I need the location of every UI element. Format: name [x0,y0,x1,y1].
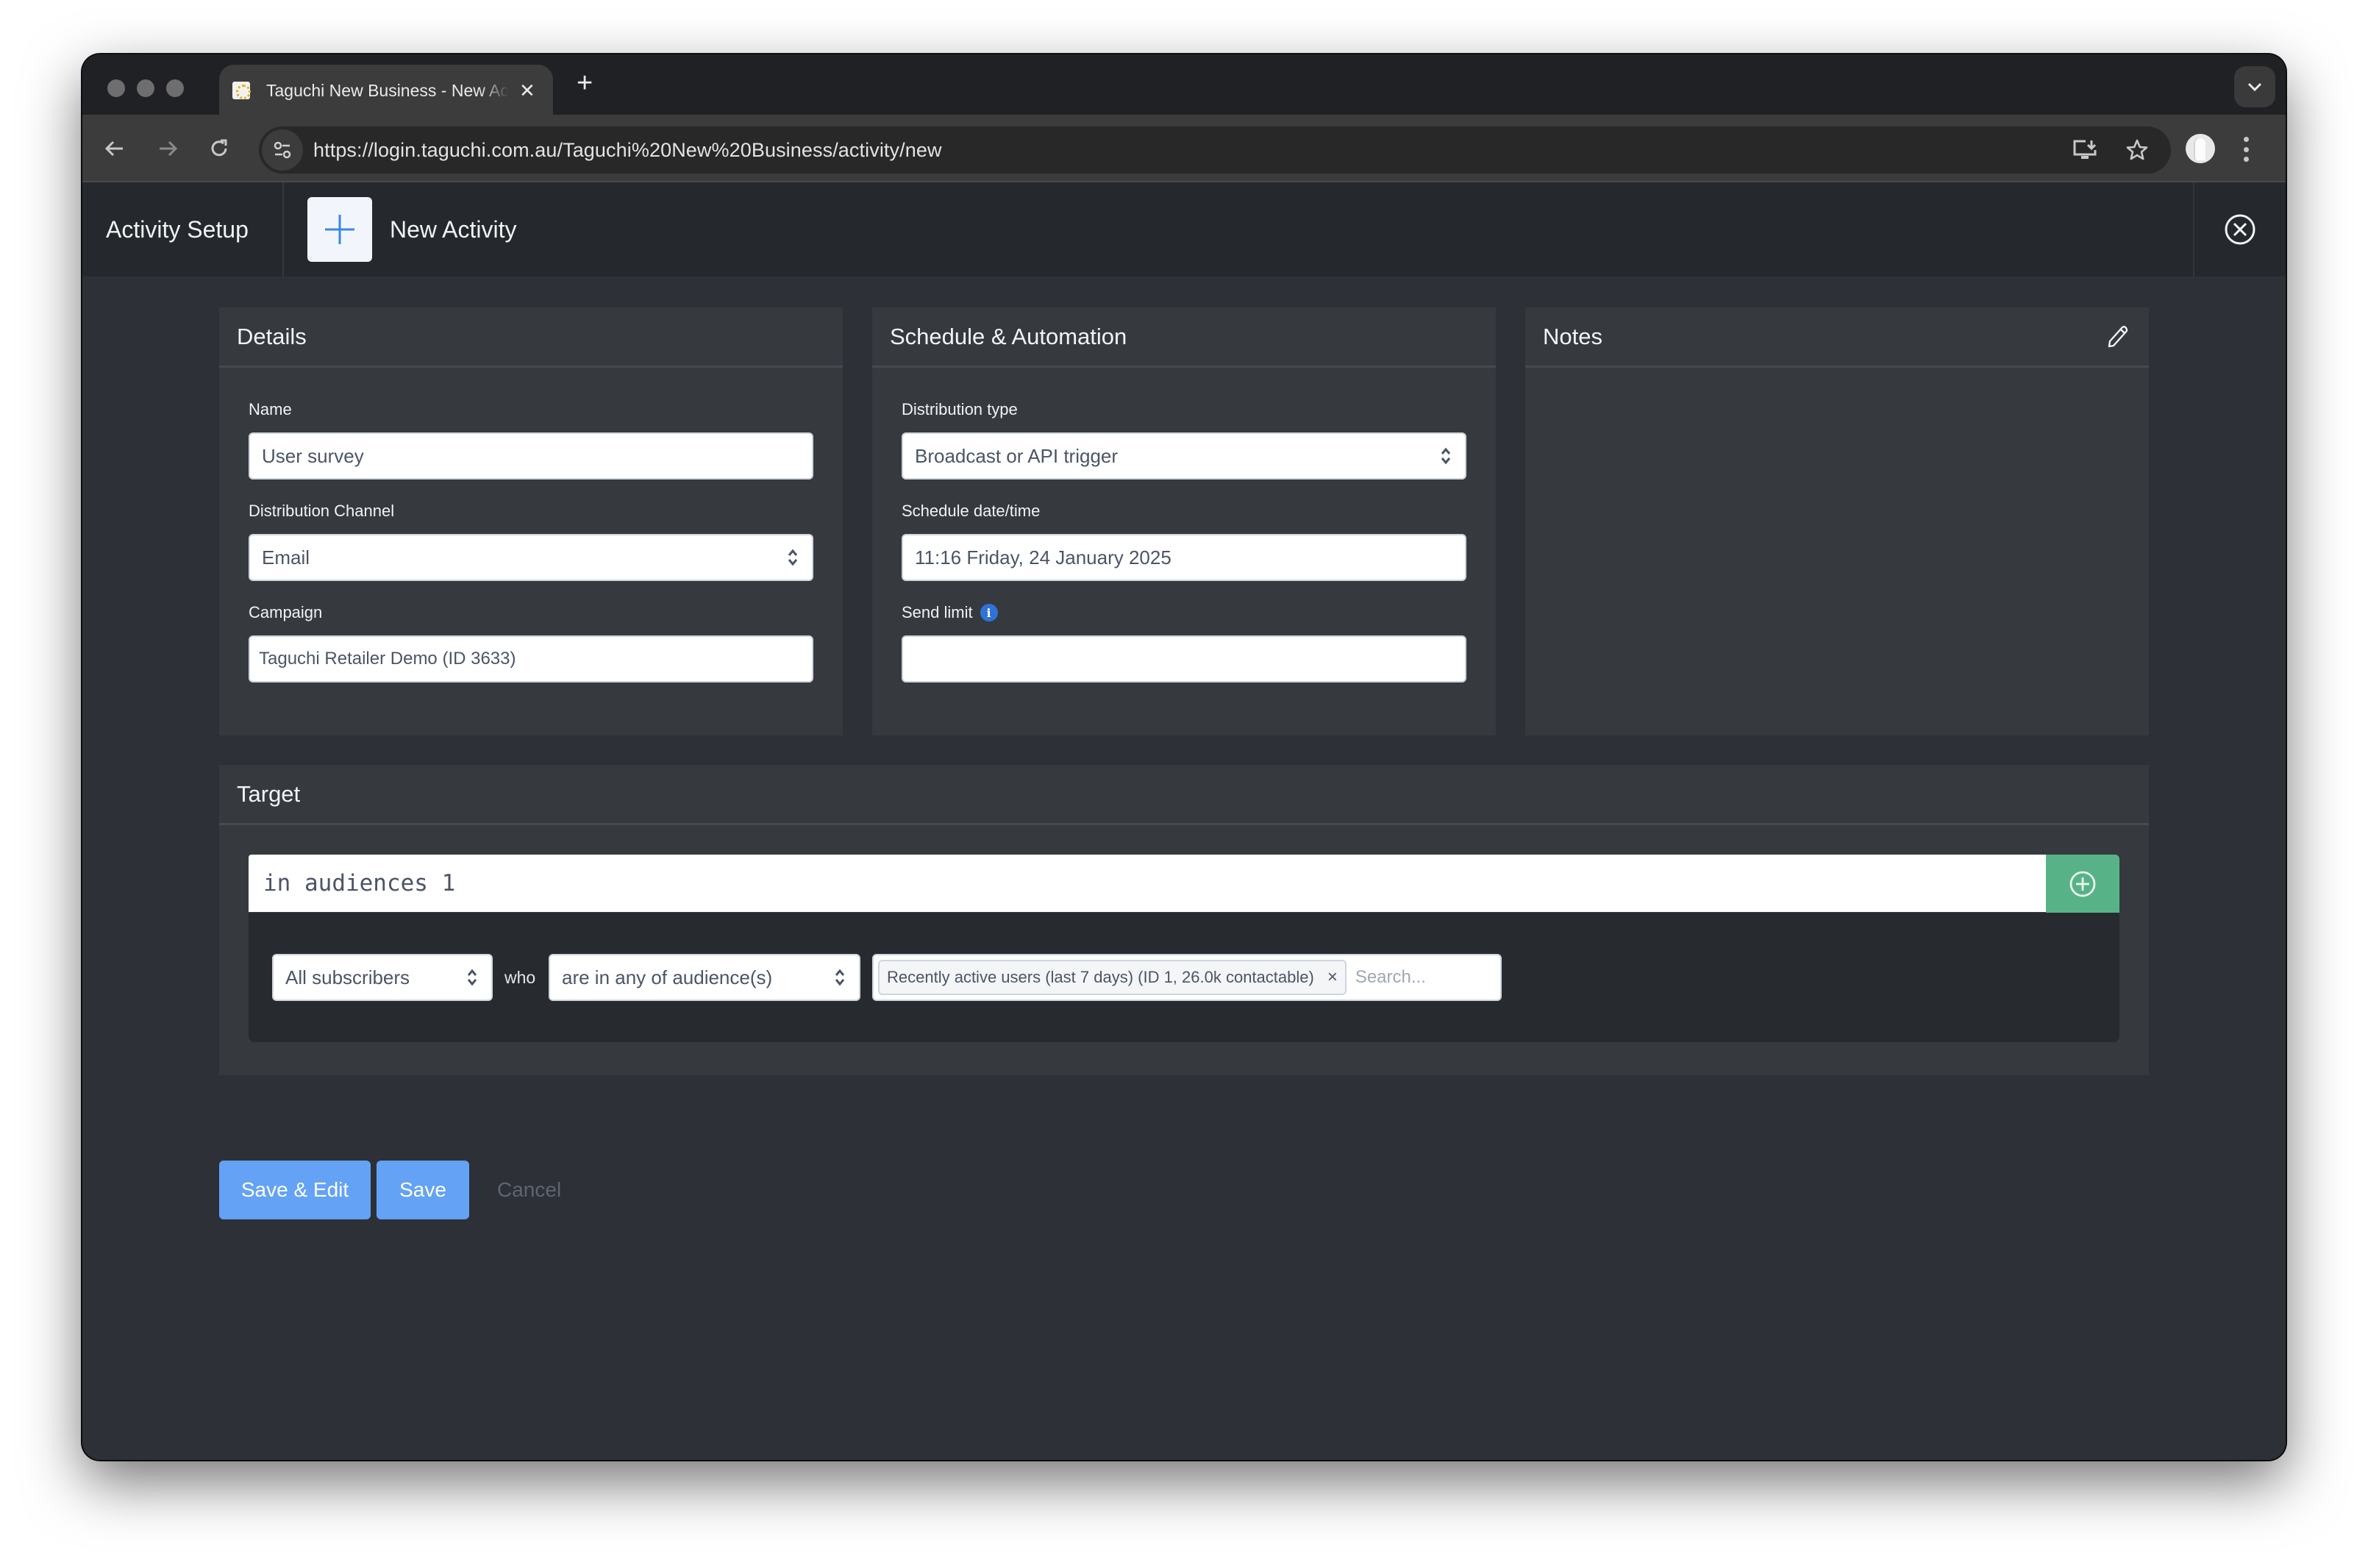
install-app-icon[interactable] [2072,139,2097,161]
plus-icon [325,215,354,244]
details-header: Details [219,307,843,368]
audience-chip: Recently active users (last 7 days) (ID … [878,960,1347,995]
add-rule-button[interactable] [2046,855,2119,913]
header-divider [2193,182,2194,277]
name-label: Name [249,400,292,418]
schedule-panel: Schedule & Automation Distribution type … [872,307,1496,735]
close-circle-icon [2225,214,2255,245]
window-close-dot[interactable] [107,79,125,97]
taguchi-favicon-icon [232,82,251,99]
activity-type-tile[interactable] [307,197,372,262]
campaign-field-group: Campaign Taguchi Retailer Demo (ID 3633) [249,602,813,683]
save-and-edit-button[interactable]: Save & Edit [219,1161,371,1219]
campaign-label: Campaign [249,603,323,621]
subject-value: All subscribers [285,966,410,988]
channel-select[interactable]: Email [249,534,813,581]
arrow-right-icon [160,140,178,157]
distribution-type-label: Distribution type [902,400,1018,418]
chip-remove-icon[interactable]: × [1327,967,1338,988]
send-limit-label-row: Send limit i [902,602,1466,624]
schedule-title: Schedule & Automation [890,323,1127,349]
select-arrows-icon [788,549,798,566]
forward-button[interactable] [149,129,187,168]
window-minimize-dot[interactable] [137,79,154,97]
who-label: who [504,968,536,987]
target-title: Target [237,780,301,807]
back-button[interactable] [96,129,134,168]
browser-window: Taguchi New Business - New Activity ✕ + … [82,54,2286,1460]
url-text[interactable]: https://login.taguchi.com.au/Taguchi%20N… [313,139,942,162]
schedule-header: Schedule & Automation [872,307,1496,368]
details-panel: Details Name User survey Distribution Ch… [219,307,843,735]
send-limit-field[interactable] [902,635,1466,683]
new-tab-button[interactable]: + [577,68,593,99]
audience-search-input[interactable] [1355,967,1466,988]
distribution-type-value: Broadcast or API trigger [915,444,1119,467]
arrow-left-icon [104,140,123,157]
schedule-datetime-field[interactable]: 11:16 Friday, 24 January 2025 [902,534,1466,581]
tab-strip: Taguchi New Business - New Activity ✕ + [82,54,2286,116]
save-button[interactable]: Save [377,1161,469,1219]
select-arrows-icon [835,969,845,986]
target-header: Target [219,765,2149,825]
section-title: Activity Setup [106,216,249,243]
window-zoom-dot[interactable] [166,79,184,97]
distribution-type-select[interactable]: Broadcast or API trigger [902,432,1466,480]
reload-icon [211,139,227,157]
reload-button[interactable] [200,129,238,168]
distribution-type-group: Distribution type Broadcast or API trigg… [902,399,1466,480]
browser-toolbar: https://login.taguchi.com.au/Taguchi%20N… [82,115,2286,182]
star-icon[interactable] [2125,138,2149,162]
channel-field-group: Distribution Channel Email [249,500,813,581]
condition-select[interactable]: are in any of audience(s) [549,954,860,1001]
notes-panel: Notes [1525,307,2149,735]
browser-tab[interactable]: Taguchi New Business - New Activity ✕ [219,65,553,116]
campaign-field[interactable]: Taguchi Retailer Demo (ID 3633) [249,635,813,683]
page-title: New Activity [390,216,517,243]
address-bar[interactable]: https://login.taguchi.com.au/Taguchi%20N… [259,126,2171,174]
header-divider [282,182,284,277]
target-query-text: in audiences 1 [263,870,456,897]
audience-tag-input[interactable]: Recently active users (last 7 days) (ID … [872,954,1502,1001]
pencil-icon[interactable] [2105,324,2131,350]
site-info-button[interactable] [262,129,303,171]
send-limit-group: Send limit i [902,602,1466,683]
campaign-value: Taguchi Retailer Demo (ID 3633) [259,649,516,669]
schedule-datetime-label: Schedule date/time [902,502,1041,520]
notes-title: Notes [1543,323,1602,349]
notes-header: Notes [1525,307,2149,368]
tab-search-button[interactable] [2234,66,2275,107]
name-field-group: Name User survey [249,399,813,480]
tab-close-icon[interactable]: ✕ [519,79,535,102]
target-panel: Target in audiences 1 All subscribers wh… [219,765,2149,1075]
details-title: Details [237,323,307,349]
chevron-down-icon [2247,82,2262,92]
channel-value: Email [262,546,310,569]
main-content: Details Name User survey Distribution Ch… [82,278,2286,1460]
channel-label: Distribution Channel [249,502,395,520]
kebab-icon[interactable] [2239,132,2253,166]
tab-title: Taguchi New Business - New Activity [266,80,509,100]
name-field[interactable]: User survey [249,432,813,480]
send-limit-label: Send limit [902,603,973,621]
schedule-datetime-value: 11:16 Friday, 24 January 2025 [915,546,1171,569]
condition-value: are in any of audience(s) [562,966,773,988]
app-header: Activity Setup New Activity [82,182,2286,278]
subject-select[interactable]: All subscribers [272,954,493,1001]
select-arrows-icon [467,969,477,986]
notes-body[interactable] [1525,370,2149,735]
avatar[interactable] [2186,134,2215,163]
schedule-datetime-group: Schedule date/time 11:16 Friday, 24 Janu… [902,500,1466,581]
cancel-button[interactable]: Cancel [497,1161,561,1219]
plus-circle-icon [2069,871,2096,897]
target-query-input[interactable]: in audiences 1 [249,855,2046,912]
rule-builder: All subscribers who are in any of audien… [249,913,2119,1042]
select-arrows-icon [1441,447,1451,465]
audience-chip-label: Recently active users (last 7 days) (ID … [887,968,1314,986]
close-button[interactable] [2224,213,2256,246]
info-icon[interactable]: i [980,604,998,621]
tune-icon [274,141,291,159]
name-value: User survey [262,444,364,467]
